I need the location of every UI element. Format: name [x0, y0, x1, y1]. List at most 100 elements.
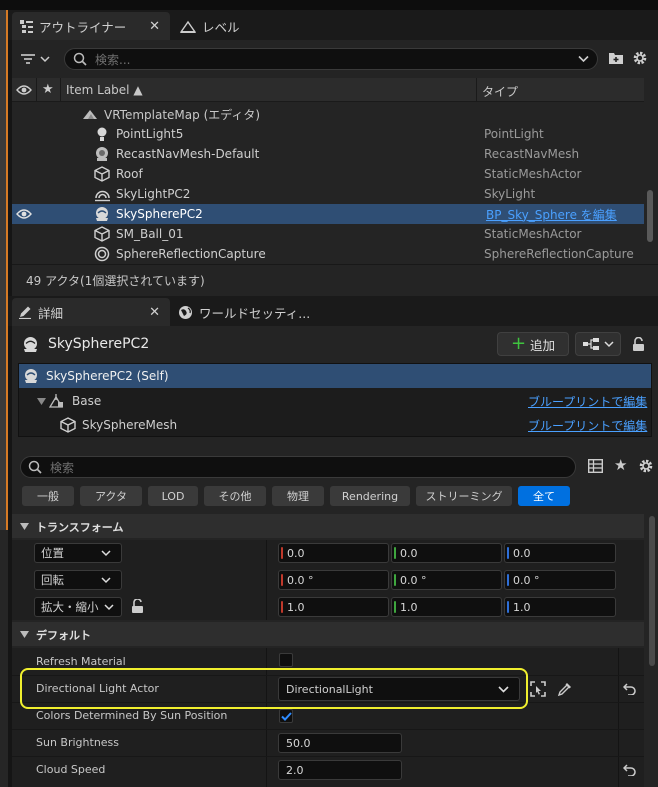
details-search-input[interactable]: 検索	[20, 456, 576, 478]
chevron-down-icon	[104, 604, 114, 611]
cloud-speed-value: 2.0	[286, 763, 304, 777]
edit-in-blueprint-link[interactable]: ブループリントで編集	[528, 393, 647, 410]
filter-physics[interactable]: 物理	[272, 486, 324, 506]
colors-by-sun-label: Colors Determined By Sun Position	[36, 709, 228, 722]
list-item-selected[interactable]: SkySpherePC2 BP_Sky_Sphere を編集	[12, 204, 644, 224]
filter-misc[interactable]: その他	[204, 486, 266, 506]
rotation-mode-dropdown[interactable]: 回転	[34, 570, 122, 590]
visibility-column-icon[interactable]	[16, 84, 32, 96]
component-label: SkySphereMesh	[82, 418, 178, 432]
sun-brightness-label: Sun Brightness	[36, 736, 120, 749]
search-placeholder: 検索...	[95, 52, 131, 67]
static-mesh-icon	[94, 166, 110, 182]
favorites-star-icon[interactable]: ★	[614, 456, 627, 474]
section-header-transform[interactable]: トランスフォーム	[36, 519, 123, 535]
tab-details[interactable]: 詳細 ✕	[12, 298, 170, 326]
list-item[interactable]: Roof StaticMeshActor	[12, 164, 644, 184]
scale-x-field[interactable]: 1.0	[278, 597, 389, 617]
filter-lod[interactable]: LOD	[148, 486, 198, 506]
gear-icon[interactable]	[632, 50, 648, 66]
rotation-x-value: 0.0 °	[287, 573, 314, 587]
filter-rendering[interactable]: Rendering	[330, 486, 410, 506]
filter-streaming[interactable]: ストリーミング	[416, 486, 512, 506]
list-item-label: RecastNavMesh-Default	[116, 147, 260, 161]
tab-outliner[interactable]: アウトライナー ✕	[12, 12, 170, 40]
chevron-down-icon[interactable]	[578, 55, 589, 63]
static-mesh-icon	[60, 417, 76, 433]
search-icon	[28, 460, 42, 474]
sky-sphere-icon	[22, 336, 39, 353]
edit-in-blueprint-link[interactable]: ブループリントで編集	[528, 417, 647, 434]
actor-name[interactable]: SkySpherePC2	[48, 336, 149, 352]
details-scrollbar[interactable]	[649, 516, 655, 666]
unlock-icon[interactable]	[131, 599, 144, 614]
list-item[interactable]: VRTemplateMap (エディタ)	[12, 104, 644, 124]
edit-blueprint-link[interactable]: BP_Sky_Sphere を編集	[486, 206, 617, 223]
sun-brightness-field[interactable]: 50.0	[278, 733, 402, 753]
collapse-arrow-icon[interactable]	[37, 397, 46, 405]
eyedropper-icon[interactable]	[557, 681, 573, 697]
location-mode-dropdown[interactable]: 位置	[34, 543, 122, 563]
favorite-column-icon[interactable]: ★	[42, 82, 54, 97]
scale-z-field[interactable]: 1.0	[504, 597, 616, 617]
column-header-type[interactable]: タイプ	[482, 83, 518, 100]
scale-x-value: 1.0	[287, 600, 305, 614]
component-item-base[interactable]: Base ブループリントで編集	[19, 390, 651, 412]
reset-to-default-icon[interactable]	[623, 764, 636, 776]
filter-dropdown[interactable]	[20, 49, 60, 69]
map-icon	[82, 108, 98, 120]
list-item[interactable]: PointLight5 PointLight	[12, 124, 644, 144]
list-item[interactable]: SphereReflectionCapture SphereReflection…	[12, 244, 644, 264]
component-item-skyspheremesh[interactable]: SkySphereMesh ブループリントで編集	[19, 414, 651, 436]
tab-levels[interactable]: レベル	[176, 12, 240, 40]
outliner-scrollbar[interactable]	[647, 190, 653, 242]
outliner-icon	[20, 19, 33, 33]
column-header-item-label[interactable]: Item Label ▲	[66, 83, 143, 97]
list-item[interactable]: SM_Ball_01 StaticMeshActor	[12, 224, 644, 244]
scale-label: 拡大・縮小	[41, 600, 99, 614]
tab-details-label: 詳細	[38, 305, 64, 321]
collapse-arrow-icon[interactable]	[20, 631, 29, 638]
reset-to-default-icon[interactable]	[623, 683, 636, 695]
scale-y-field[interactable]: 1.0	[391, 597, 502, 617]
collapse-arrow-icon[interactable]	[20, 523, 29, 530]
filter-all[interactable]: 全て	[518, 486, 570, 506]
add-component-button[interactable]: + 追加	[497, 332, 569, 356]
filter-actor[interactable]: アクタ	[80, 486, 142, 506]
section-header-default[interactable]: デフォルト	[36, 627, 91, 643]
location-z-field[interactable]: 0.0	[504, 543, 616, 563]
colors-by-sun-checkbox[interactable]	[279, 709, 293, 723]
scene-component-icon	[49, 394, 65, 408]
location-y-field[interactable]: 0.0	[391, 543, 502, 563]
close-icon[interactable]: ✕	[149, 305, 160, 320]
rotation-x-field[interactable]: 0.0 °	[278, 570, 389, 590]
scale-mode-dropdown[interactable]: 拡大・縮小	[34, 597, 122, 617]
list-item[interactable]: RecastNavMesh-Default RecastNavMesh	[12, 144, 644, 164]
select-actor-in-viewport-icon[interactable]	[530, 681, 546, 697]
cloud-speed-field[interactable]: 2.0	[278, 760, 402, 780]
levels-icon	[180, 20, 196, 33]
refresh-material-checkbox[interactable]	[279, 653, 293, 667]
gear-icon[interactable]	[638, 458, 654, 474]
lock-icon[interactable]	[632, 337, 645, 352]
add-folder-icon[interactable]	[608, 50, 624, 65]
location-x-field[interactable]: 0.0	[278, 543, 389, 563]
visibility-eye-icon[interactable]	[16, 208, 32, 220]
add-button-label: 追加	[530, 337, 556, 353]
rotation-z-field[interactable]: 0.0 °	[504, 570, 616, 590]
list-item-type: SphereReflectionCapture	[484, 247, 634, 261]
chevron-down-icon	[101, 577, 111, 584]
tab-world-settings-label: ワールドセッティ...	[199, 305, 311, 321]
blueprint-options-button[interactable]	[575, 332, 621, 356]
list-item[interactable]: SkyLightPC2 SkyLight	[12, 184, 644, 204]
plus-icon: +	[510, 333, 527, 354]
tab-world-settings[interactable]: ワールドセッティ...	[178, 298, 310, 326]
search-icon	[73, 52, 87, 66]
filter-general[interactable]: 一般	[22, 486, 74, 506]
list-item-label: PointLight5	[116, 127, 184, 141]
component-item-self[interactable]: SkySpherePC2 (Self)	[19, 364, 651, 388]
table-view-icon[interactable]	[588, 459, 603, 473]
rotation-y-field[interactable]: 0.0 °	[391, 570, 502, 590]
outliner-search-input[interactable]: 検索...	[64, 48, 598, 70]
close-icon[interactable]: ✕	[149, 19, 160, 34]
